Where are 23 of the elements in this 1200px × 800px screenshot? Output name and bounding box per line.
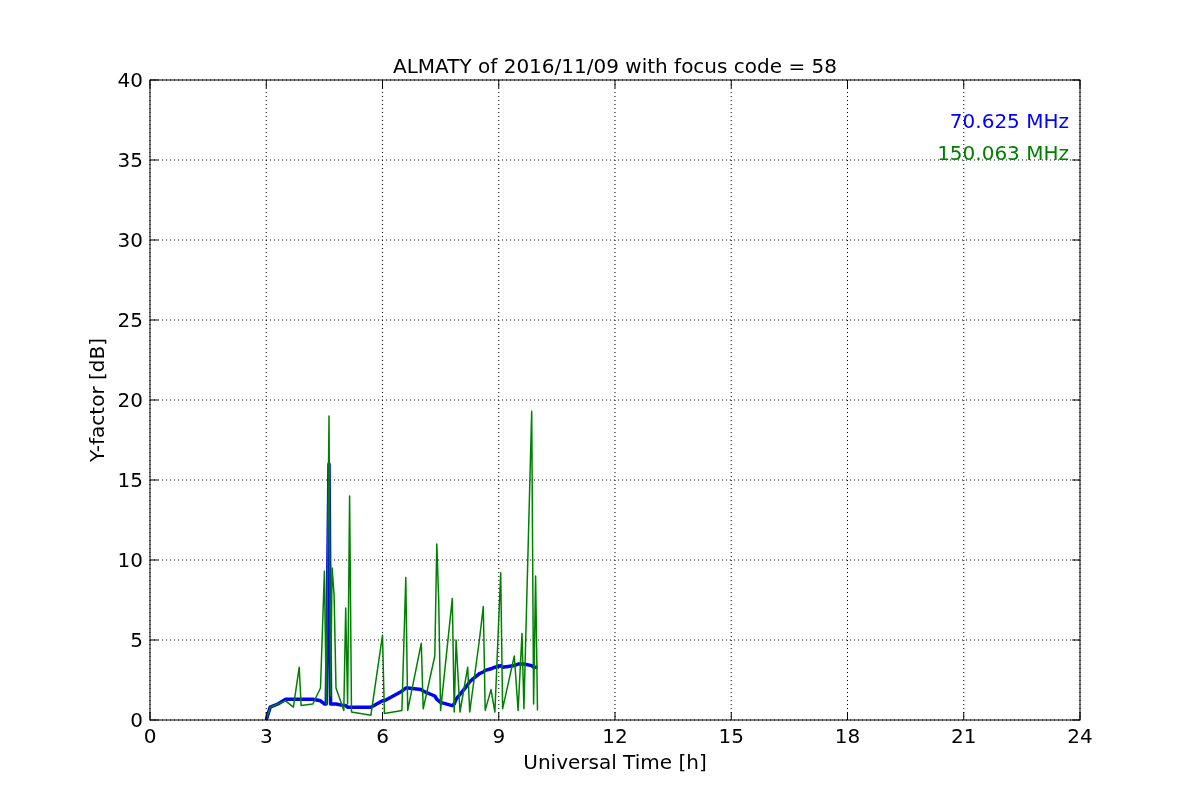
y-tick-label: 35: [117, 148, 143, 172]
x-tick-label: 21: [951, 724, 977, 748]
x-axis-label: Universal Time [h]: [523, 750, 707, 774]
x-tick-label: 15: [718, 724, 744, 748]
y-tick-label: 0: [130, 708, 143, 732]
y-tick-label: 40: [117, 68, 143, 92]
x-tick-label: 24: [1067, 724, 1093, 748]
y-tick-label: 15: [117, 468, 143, 492]
chart-title: ALMATY of 2016/11/09 with focus code = 58: [393, 54, 837, 78]
x-tick-label: 6: [376, 724, 389, 748]
x-tick-label: 3: [259, 724, 273, 748]
y-tick-label: 10: [117, 548, 143, 572]
legend-label: 150.063 MHz: [937, 141, 1069, 165]
legend-label: 70.625 MHz: [949, 109, 1069, 133]
y-tick-label: 5: [130, 628, 143, 652]
x-tick-label: 9: [492, 724, 506, 748]
y-tick-label: 25: [117, 308, 143, 332]
y-axis-label: Y-factor [dB]: [85, 338, 109, 462]
y-tick-label: 20: [117, 388, 143, 412]
x-tick-label: 0: [143, 724, 157, 748]
x-tick-label: 12: [602, 724, 628, 748]
x-tick-label: 18: [834, 724, 861, 748]
y-tick-label: 30: [117, 228, 143, 252]
